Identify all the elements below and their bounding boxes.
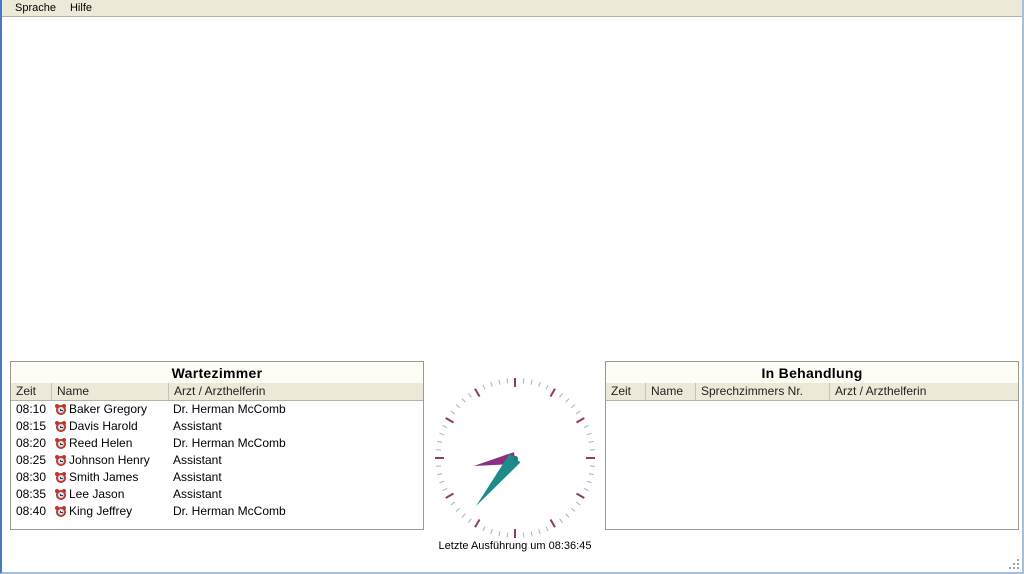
column-header-arzt[interactable]: Arzt / Arzthelferin [169,383,423,400]
in-treatment-panel: In Behandlung Zeit Name Sprechzimmers Nr… [605,361,1019,530]
patient-name: Baker Gregory [69,402,148,416]
cell-zeit: 08:20 [16,436,47,450]
alarm-clock-icon [55,455,66,466]
waiting-room-header-row: Zeit Name Arzt / Arzthelferin [11,383,423,401]
cell-zeit: 08:35 [16,487,47,501]
cell-arzt: Assistant [173,487,222,501]
cell-arzt: Dr. Herman McComb [173,402,286,416]
alarm-clock-icon [55,472,66,483]
cell-arzt: Dr. Herman McComb [173,436,286,450]
main-content-area: Wartezimmer Zeit Name Arzt / Arzthelferi… [2,18,1022,570]
in-treatment-header-row: Zeit Name Sprechzimmers Nr. Arzt / Arzth… [606,383,1018,401]
cell-arzt: Assistant [173,470,222,484]
column-header-name[interactable]: Name [52,383,169,400]
resize-grip-dot [1017,567,1019,569]
patient-name: Johnson Henry [69,453,150,467]
cell-arzt: Dr. Herman McComb [173,504,286,518]
cell-name: Baker Gregory [52,401,169,418]
waiting-room-panel: Wartezimmer Zeit Name Arzt / Arzthelferi… [10,361,424,530]
cell-name: Lee Jason [52,486,169,503]
clock-face [435,378,595,538]
patient-name: King Jeffrey [69,504,133,518]
analog-clock-widget: Letzte Ausführung um 08:36:45 [432,378,598,552]
patient-name: Lee Jason [69,487,125,501]
column-header-name[interactable]: Name [646,383,696,400]
in-treatment-title: In Behandlung [605,361,1019,383]
waiting-room-body: 08:10 Baker Gregory Dr. Herman McComb 08:15… [11,401,423,520]
cell-zeit: 08:40 [16,504,47,518]
table-row[interactable]: 08:20 Reed Helen Dr. Herman McComb [11,435,423,452]
cell-name: Davis Harold [52,418,169,435]
menu-bar: Sprache Hilfe [2,0,1022,17]
cell-zeit: 08:25 [16,453,47,467]
table-row[interactable]: 08:10 Baker Gregory Dr. Herman McComb [11,401,423,418]
cell-zeit: 08:30 [16,470,47,484]
in-treatment-grid[interactable]: Zeit Name Sprechzimmers Nr. Arzt / Arzth… [605,383,1019,530]
resize-grip-dot [1013,563,1015,565]
menu-item-hilfe[interactable]: Hilfe [63,0,99,16]
table-row[interactable]: 08:15 Davis Harold Assistant [11,418,423,435]
cell-name: King Jeffrey [52,503,169,520]
patient-name: Davis Harold [69,419,138,433]
patient-name: Smith James [69,470,139,484]
alarm-clock-icon [55,438,66,449]
cell-zeit: 08:10 [16,402,47,416]
table-row[interactable]: 08:35 Lee Jason Assistant [11,486,423,503]
waiting-room-title: Wartezimmer [10,361,424,383]
column-header-sprechzimmer[interactable]: Sprechzimmers Nr. [696,383,830,400]
alarm-clock-icon [55,421,66,432]
cell-arzt: Assistant [173,453,222,467]
patient-name: Reed Helen [69,436,133,450]
resize-grip-dot [1017,559,1019,561]
alarm-clock-icon [55,489,66,500]
table-row[interactable]: 08:40 King Jeffrey Dr. Herman McComb [11,503,423,520]
cell-name: Johnson Henry [52,452,169,469]
clock-center-hub [512,455,518,461]
resize-grip[interactable] [1007,557,1019,569]
cell-arzt: Assistant [173,419,222,433]
alarm-clock-icon [55,506,66,517]
clock-caption-text: Letzte Ausführung um 08:36:45 [438,540,592,552]
waiting-room-grid[interactable]: Zeit Name Arzt / Arzthelferin 08:10 Baker… [10,383,424,530]
resize-grip-dot [1013,567,1015,569]
column-header-arzt[interactable]: Arzt / Arzthelferin [830,383,1018,400]
cell-name: Smith James [52,469,169,486]
table-row[interactable]: 08:25 Johnson Henry Assistant [11,452,423,469]
cell-name: Reed Helen [52,435,169,452]
resize-grip-dot [1017,563,1019,565]
resize-grip-dot [1009,567,1011,569]
menu-item-sprache[interactable]: Sprache [8,0,63,16]
table-row[interactable]: 08:30 Smith James Assistant [11,469,423,486]
column-header-zeit[interactable]: Zeit [606,383,646,400]
alarm-clock-icon [55,404,66,415]
cell-zeit: 08:15 [16,419,47,433]
column-header-zeit[interactable]: Zeit [11,383,52,400]
application-window: Sprache Hilfe Wartezimmer Zeit Name Arzt… [0,0,1024,574]
